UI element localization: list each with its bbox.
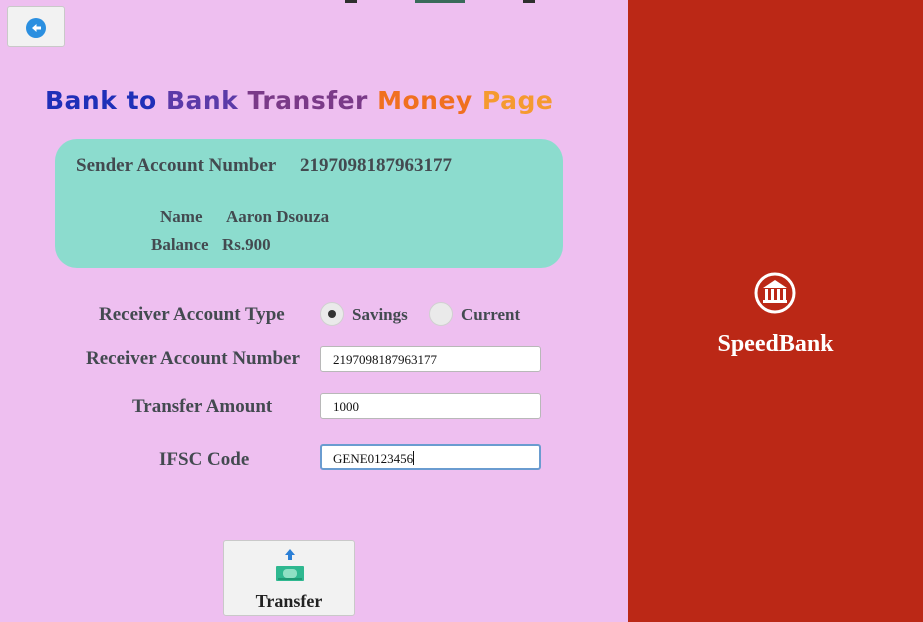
radio-savings-label: Savings <box>352 305 408 324</box>
page-title: Bank to Bank Transfer Money Page <box>45 86 553 115</box>
title-word: Page <box>481 86 554 115</box>
title-word: Money <box>377 86 473 115</box>
bank-building-icon <box>754 272 796 314</box>
receiver-account-value: 2197098187963177 <box>333 352 437 367</box>
sender-account-number: 2197098187963177 <box>300 155 452 176</box>
form-panel: Bank to Bank Transfer Money Page Sender … <box>0 0 628 622</box>
radio-current[interactable] <box>429 302 453 326</box>
brand-name: SpeedBank <box>717 331 834 357</box>
title-word: Transfer <box>247 86 368 115</box>
text-cursor <box>413 451 415 465</box>
top-decoration <box>345 0 535 3</box>
transfer-amount-value: 1000 <box>333 399 359 414</box>
title-word: Bank <box>45 86 118 115</box>
account-type-label: Receiver Account Type <box>99 304 285 325</box>
sender-balance-label: Balance <box>151 235 209 254</box>
ifsc-value: GENE0123456 <box>333 451 414 466</box>
receiver-account-input[interactable]: 2197098187963177 <box>320 346 541 372</box>
radio-current-label: Current <box>461 305 521 324</box>
transfer-button[interactable]: Transfer <box>223 540 355 616</box>
title-word: to <box>126 86 157 115</box>
title-word: Bank <box>165 86 239 115</box>
sender-name-label: Name <box>160 207 203 226</box>
transfer-amount-label: Transfer Amount <box>132 396 273 417</box>
radio-savings[interactable] <box>320 302 344 326</box>
ifsc-input[interactable]: GENE0123456 <box>320 444 541 470</box>
radio-selected-dot <box>328 310 336 318</box>
back-button[interactable] <box>7 6 65 47</box>
sender-balance: Rs.900 <box>222 235 271 254</box>
sender-name: Aaron Dsouza <box>226 207 330 226</box>
sender-info-card: Sender Account Number 2197098187963177 N… <box>55 139 563 268</box>
transfer-button-label: Transfer <box>255 591 323 611</box>
receiver-account-label: Receiver Account Number <box>86 348 300 369</box>
ifsc-label: IFSC Code <box>159 449 250 470</box>
money-upload-icon <box>276 549 304 581</box>
transfer-amount-input[interactable]: 1000 <box>320 393 541 419</box>
sender-account-label: Sender Account Number <box>76 155 277 176</box>
arrow-left-icon <box>32 24 41 32</box>
